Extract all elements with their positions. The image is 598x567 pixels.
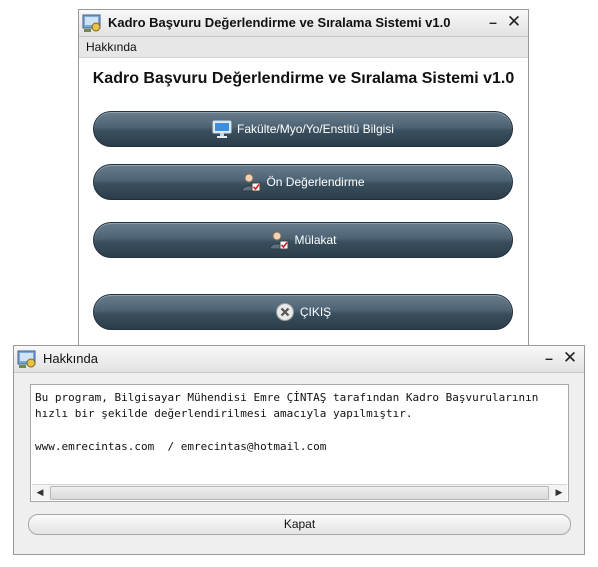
menu-item-hakkinda[interactable]: Hakkında xyxy=(86,40,137,54)
monitor-icon xyxy=(212,120,232,138)
exit-button-label: ÇIKIŞ xyxy=(299,305,332,319)
user-check-icon xyxy=(269,231,289,250)
minimize-button[interactable]: – xyxy=(540,349,558,367)
user-check-icon xyxy=(241,173,261,192)
page-title: Kadro Başvuru Değerlendirme ve Sıralama … xyxy=(92,70,515,87)
main-content: Kadro Başvuru Değerlendirme ve Sıralama … xyxy=(79,58,528,345)
about-window: Hakkında – ✕ Bu program, Bilgisayar Mühe… xyxy=(13,345,585,555)
faculty-info-button[interactable]: Fakülte/Myo/Yo/Enstitü Bilgisi xyxy=(93,111,513,147)
horizontal-scrollbar[interactable]: ◀ ▶ xyxy=(32,484,567,500)
main-window-title: Kadro Başvuru Değerlendirme ve Sıralama … xyxy=(108,15,451,30)
about-window-title: Hakkında xyxy=(43,351,98,366)
minimize-button[interactable]: – xyxy=(484,13,502,31)
about-text-line: www.emrecintas.com / emrecintas@hotmail.… xyxy=(35,440,327,453)
scroll-thumb[interactable] xyxy=(50,486,549,500)
about-titlebar[interactable]: Hakkında – ✕ xyxy=(14,346,584,373)
interview-button[interactable]: Mülakat xyxy=(93,222,513,258)
menu-bar: Hakkında xyxy=(79,37,528,58)
close-dialog-button[interactable]: Kapat xyxy=(28,514,571,535)
app-icon xyxy=(17,350,36,368)
main-window: Kadro Başvuru Değerlendirme ve Sıralama … xyxy=(78,9,529,346)
close-circle-icon xyxy=(275,303,294,321)
app-icon xyxy=(82,14,101,32)
about-text-line: Bu program, Bilgisayar Mühendisi Emre Çİ… xyxy=(35,391,539,404)
pre-evaluation-button-label: Ön Değerlendirme xyxy=(266,175,365,189)
about-text-area[interactable]: Bu program, Bilgisayar Mühendisi Emre Çİ… xyxy=(30,384,569,502)
scroll-left-icon[interactable]: ◀ xyxy=(32,485,48,500)
about-text-line: hızlı bir şekilde değerlendirilmesi amac… xyxy=(35,407,413,420)
scroll-right-icon[interactable]: ▶ xyxy=(551,485,567,500)
pre-evaluation-button[interactable]: Ön Değerlendirme xyxy=(93,164,513,200)
close-button[interactable]: ✕ xyxy=(505,13,523,31)
faculty-info-button-label: Fakülte/Myo/Yo/Enstitü Bilgisi xyxy=(237,122,394,136)
main-titlebar[interactable]: Kadro Başvuru Değerlendirme ve Sıralama … xyxy=(79,10,528,37)
close-button[interactable]: ✕ xyxy=(561,349,579,367)
exit-button[interactable]: ÇIKIŞ xyxy=(93,294,513,330)
interview-button-label: Mülakat xyxy=(294,233,337,247)
